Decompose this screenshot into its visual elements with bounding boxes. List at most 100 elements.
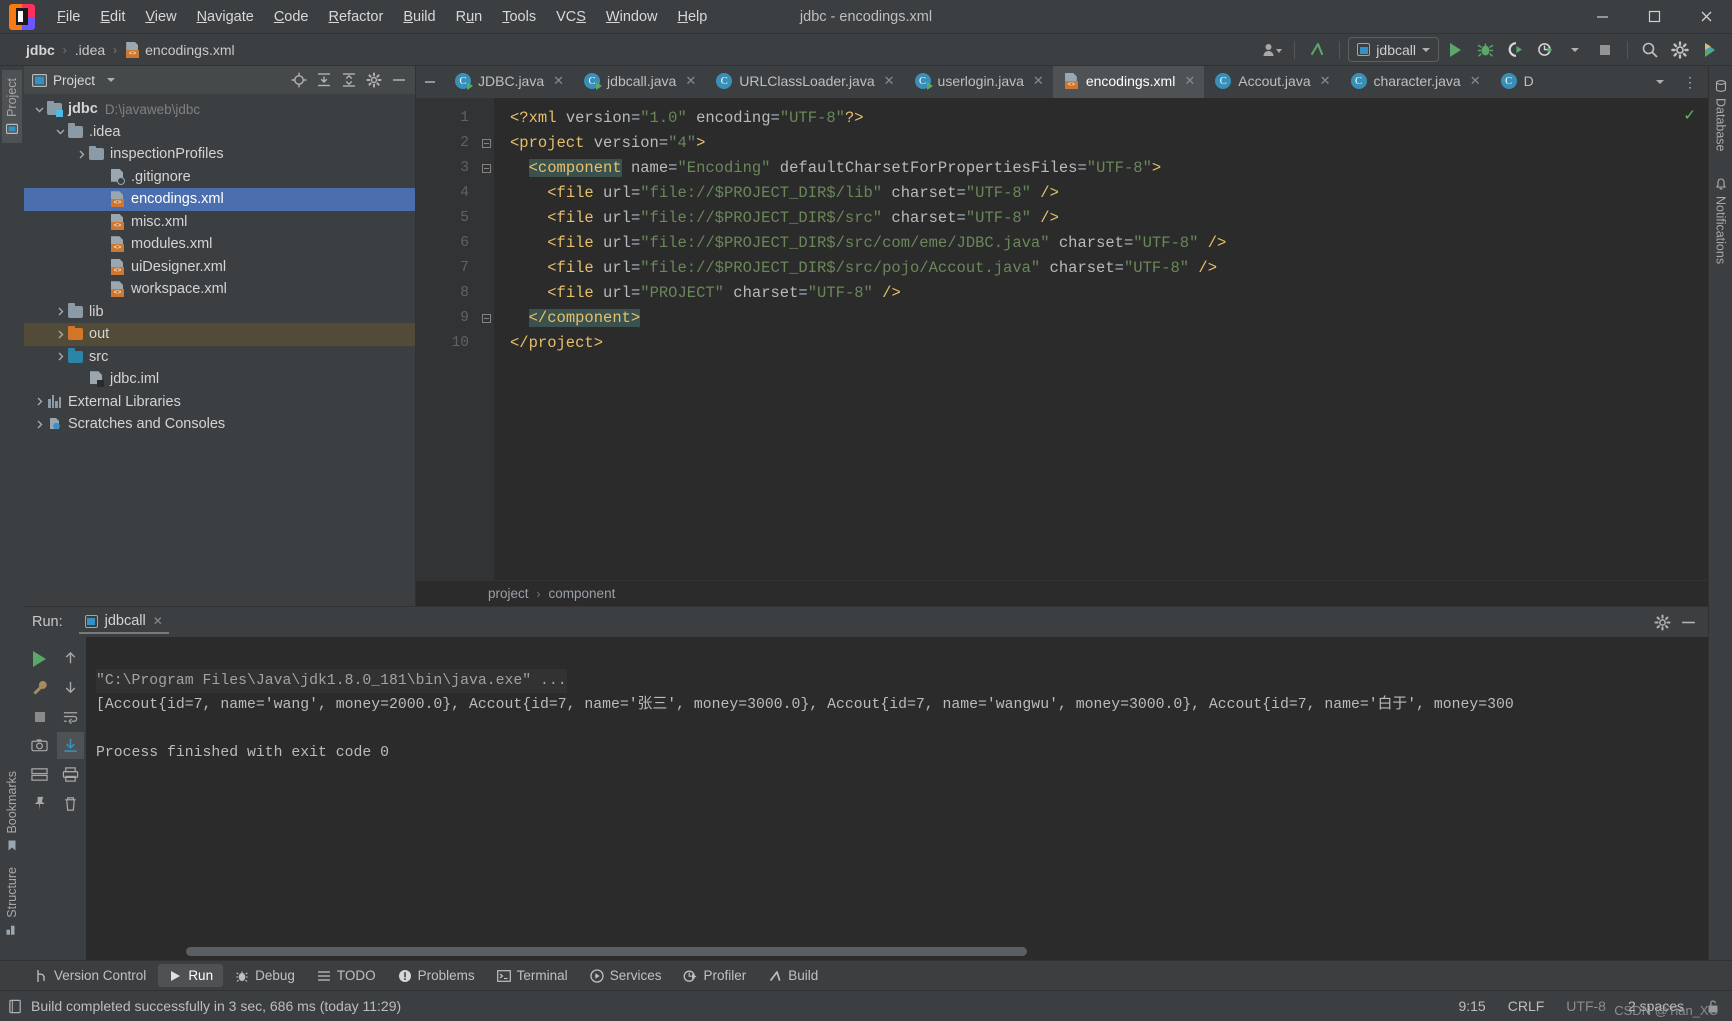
- menu-view[interactable]: View: [135, 5, 186, 29]
- tree-node-uidesignerxml[interactable]: <> uiDesigner.xml: [24, 256, 415, 279]
- chevron-down-icon[interactable]: [32, 104, 46, 115]
- menu-vcs[interactable]: VCS: [546, 5, 596, 29]
- stop-icon[interactable]: [26, 703, 53, 730]
- idea-assistant-icon[interactable]: [1696, 37, 1724, 63]
- tool-window-versioncontrol[interactable]: Version Control: [24, 964, 156, 987]
- expand-all-icon[interactable]: [312, 69, 336, 91]
- chevron-down-icon[interactable]: [53, 126, 67, 137]
- tree-node-miscxml[interactable]: <> misc.xml: [24, 211, 415, 234]
- soft-wrap-icon[interactable]: [57, 703, 84, 730]
- editor-tab-accoutjava[interactable]: C Accout.java ✕: [1204, 66, 1339, 98]
- minimize-button[interactable]: [1576, 0, 1628, 34]
- stripe-item-notifications[interactable]: Notifications: [1711, 170, 1731, 272]
- debug-button[interactable]: [1471, 37, 1499, 63]
- run-tab-jdbcall[interactable]: jdbcall ✕: [78, 610, 169, 634]
- breadcrumb-item-encodingsxml[interactable]: <> encodings.xml: [121, 40, 239, 60]
- menu-edit[interactable]: Edit: [90, 5, 135, 29]
- fold-marker[interactable]: [478, 131, 494, 156]
- tree-node-lib[interactable]: lib: [24, 301, 415, 324]
- dropdown-caret-icon[interactable]: [1561, 37, 1589, 63]
- editor-tab-userloginjava[interactable]: Cuserlogin.java ✕: [904, 66, 1053, 98]
- breadcrumb-item-idea[interactable]: .idea: [71, 40, 109, 60]
- trash-icon[interactable]: [57, 790, 84, 817]
- editor-tab-jdbcalljava[interactable]: Cjdbcall.java ✕: [573, 66, 705, 98]
- stripe-item-structure[interactable]: Structure: [2, 859, 22, 944]
- search-icon[interactable]: [1636, 37, 1664, 63]
- tool-window-debug[interactable]: Debug: [225, 964, 305, 987]
- collapse-all-icon[interactable]: [337, 69, 361, 91]
- editor-tab-d[interactable]: CD: [1490, 66, 1543, 98]
- caret-position[interactable]: 9:15: [1458, 998, 1485, 1014]
- code-folding-gutter[interactable]: [478, 98, 494, 580]
- profiler-icon[interactable]: [1531, 37, 1559, 63]
- fold-marker[interactable]: [478, 156, 494, 181]
- gear-icon[interactable]: [1650, 611, 1674, 633]
- tree-node-gitignore[interactable]: .gitignore: [24, 166, 415, 189]
- close-icon[interactable]: ✕: [685, 73, 696, 89]
- editor-tab-urlclassloaderjava[interactable]: C URLClassLoader.java ✕: [705, 66, 903, 98]
- close-button[interactable]: [1680, 0, 1732, 34]
- line-separator[interactable]: CRLF: [1508, 998, 1545, 1014]
- editor-tab-jdbcjava[interactable]: C JDBC.java ✕: [444, 66, 573, 98]
- chevron-right-icon[interactable]: [32, 396, 46, 407]
- more-options-icon[interactable]: ⋮: [1676, 69, 1704, 95]
- stripe-item-project[interactable]: Project: [2, 70, 22, 143]
- tool-window-todo[interactable]: TODO: [307, 964, 386, 987]
- hide-panel-icon[interactable]: [387, 69, 411, 91]
- tree-node-externallibraries[interactable]: External Libraries: [24, 391, 415, 414]
- editor-tab-encodingsxml[interactable]: <> encodings.xml ✕: [1052, 66, 1205, 98]
- menu-help[interactable]: Help: [667, 5, 717, 29]
- stripe-item-bookmarks[interactable]: Bookmarks: [2, 763, 22, 860]
- menu-code[interactable]: Code: [264, 5, 319, 29]
- up-stack-icon[interactable]: [57, 645, 84, 672]
- code-content[interactable]: <?xml version="1.0" encoding="UTF-8"?> <p…: [494, 98, 1708, 580]
- menu-window[interactable]: Window: [596, 5, 668, 29]
- project-panel-title-group[interactable]: Project: [32, 73, 116, 88]
- tree-node-encodingsxml[interactable]: <> encodings.xml: [24, 188, 415, 211]
- tune-icon[interactable]: [26, 761, 53, 788]
- menu-tools[interactable]: Tools: [492, 5, 546, 29]
- menu-navigate[interactable]: Navigate: [187, 5, 264, 29]
- file-encoding[interactable]: UTF-8: [1566, 998, 1606, 1014]
- stripe-item-database[interactable]: Database: [1711, 72, 1731, 160]
- user-icon[interactable]: [1258, 37, 1286, 63]
- tree-node-jdbciml[interactable]: jdbc.iml: [24, 368, 415, 391]
- chevron-right-icon[interactable]: [32, 419, 46, 430]
- tree-node-scratchesandconsoles[interactable]: Scratches and Consoles: [24, 413, 415, 436]
- tree-node-idea[interactable]: .idea: [24, 121, 415, 144]
- maximize-button[interactable]: [1628, 0, 1680, 34]
- code-editor[interactable]: 1 2 3 4 5 6 7 8 9 10 <?xml version="1.0" encoding…: [416, 98, 1708, 580]
- menu-refactor[interactable]: Refactor: [319, 5, 394, 29]
- hide-tabs-icon[interactable]: [416, 66, 444, 98]
- hide-panel-icon[interactable]: [1676, 611, 1700, 633]
- down-stack-icon[interactable]: [57, 674, 84, 701]
- editor-tab-characterjava[interactable]: Ccharacter.java ✕: [1340, 66, 1490, 98]
- tool-window-build[interactable]: Build: [758, 964, 828, 987]
- wrench-icon[interactable]: [26, 674, 53, 701]
- chevron-right-icon[interactable]: [74, 149, 88, 160]
- close-icon[interactable]: ✕: [1033, 73, 1044, 89]
- rerun-icon[interactable]: [26, 645, 53, 672]
- tree-node-workspacexml[interactable]: <> workspace.xml: [24, 278, 415, 301]
- fold-marker[interactable]: [478, 306, 494, 331]
- tree-node-src[interactable]: src: [24, 346, 415, 369]
- tool-window-run[interactable]: Run: [158, 964, 224, 987]
- indent-setting[interactable]: 2 spaces: [1628, 998, 1684, 1014]
- gear-icon[interactable]: [362, 69, 386, 91]
- project-tree[interactable]: jdbc D:\javaweb\jdbc .idea inspectionProfil…: [24, 94, 415, 606]
- run-with-coverage-icon[interactable]: [1501, 37, 1529, 63]
- tree-node-jdbc[interactable]: jdbc D:\javaweb\jdbc: [24, 98, 415, 121]
- close-icon[interactable]: ✕: [884, 73, 895, 89]
- close-icon[interactable]: ✕: [553, 73, 564, 89]
- scroll-to-end-icon[interactable]: [57, 732, 84, 759]
- print-icon[interactable]: [57, 761, 84, 788]
- chevron-down-icon[interactable]: [107, 78, 116, 82]
- tree-node-out[interactable]: out: [24, 323, 415, 346]
- menu-run[interactable]: Run: [446, 5, 493, 29]
- breadcrumb-project[interactable]: project: [488, 586, 529, 601]
- close-icon[interactable]: ✕: [1320, 73, 1331, 89]
- unlocked-icon[interactable]: [1706, 999, 1720, 1014]
- close-icon[interactable]: ✕: [1470, 73, 1481, 89]
- tree-node-modulesxml[interactable]: <> modules.xml: [24, 233, 415, 256]
- camera-icon[interactable]: [26, 732, 53, 759]
